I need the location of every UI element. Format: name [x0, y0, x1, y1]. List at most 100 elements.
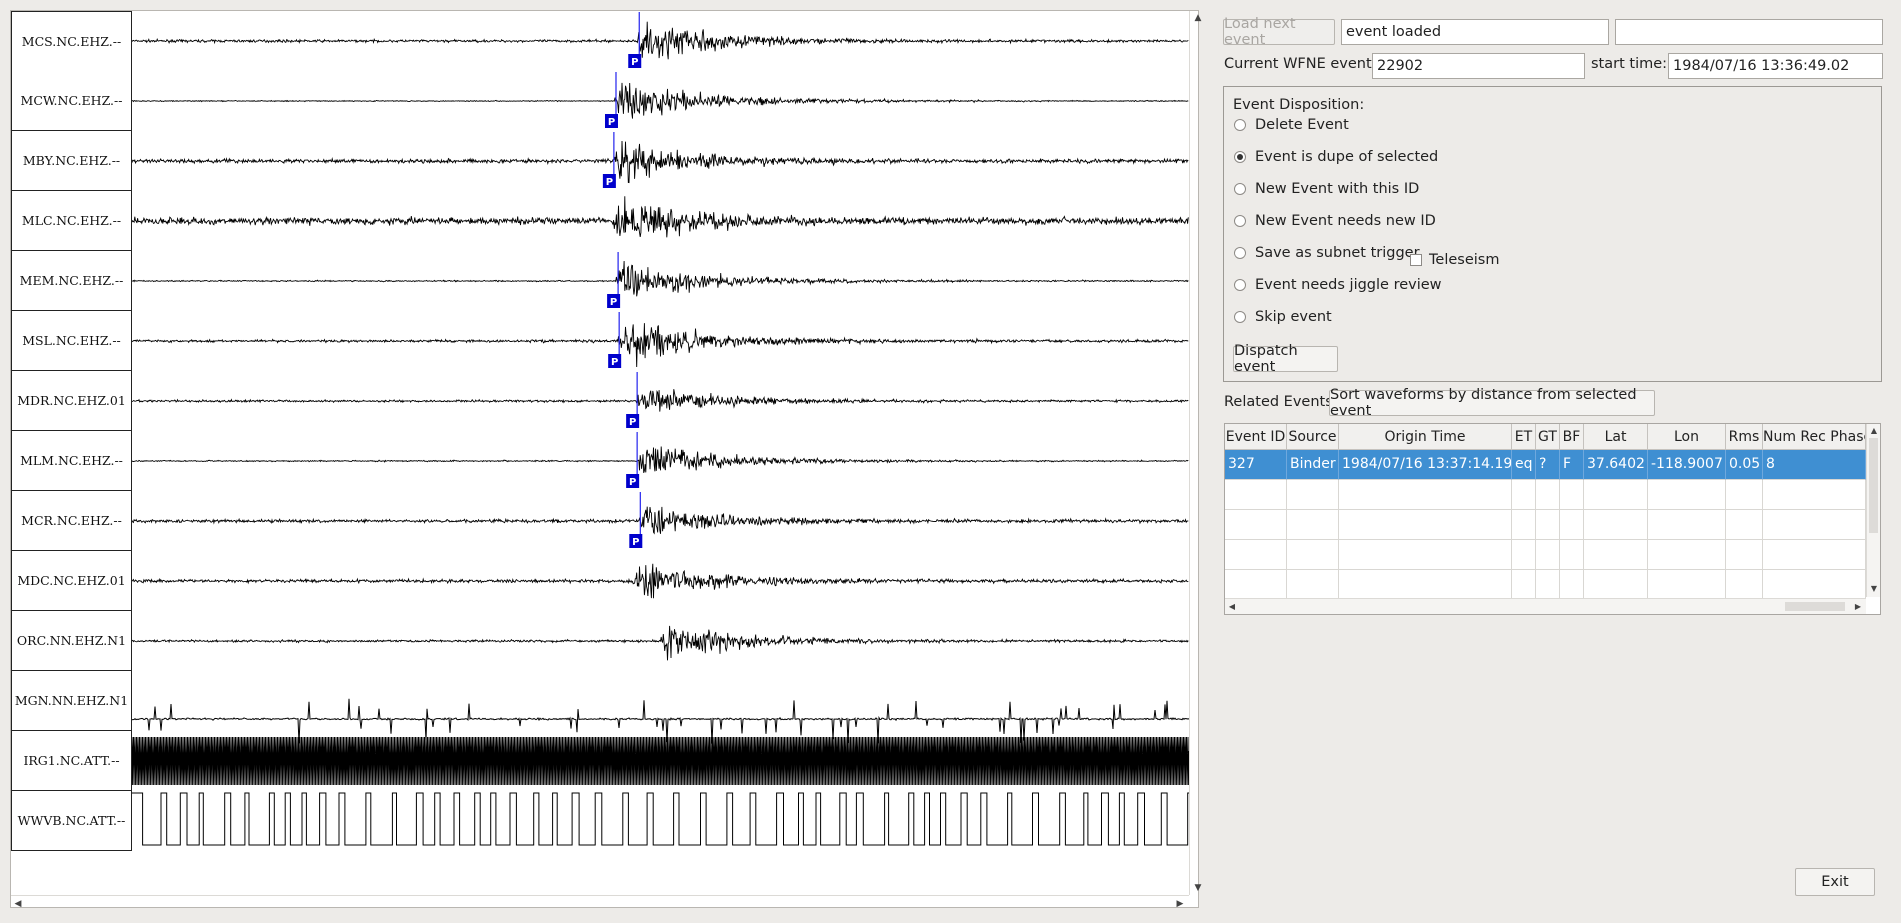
station-label[interactable]: MEM.NC.EHZ.--	[11, 251, 132, 311]
table-scroll-up-icon[interactable]: ▲	[1867, 424, 1880, 438]
table-cell[interactable]: -118.9007	[1648, 450, 1726, 480]
status-field[interactable]: event loaded	[1341, 19, 1609, 45]
waveform-trace[interactable]	[132, 260, 1189, 297]
teleseism-checkbox[interactable]	[1410, 254, 1422, 266]
teleseism-checkbox-row[interactable]: Teleseism	[1410, 252, 1499, 268]
table-cell-empty[interactable]	[1512, 510, 1536, 540]
radio-button[interactable]	[1234, 215, 1246, 227]
radio-button[interactable]	[1234, 183, 1246, 195]
table-cell-empty[interactable]	[1726, 510, 1763, 540]
table-cell-empty[interactable]	[1339, 510, 1512, 540]
station-label[interactable]: MDC.NC.EHZ.01	[11, 551, 132, 611]
waveform-trace[interactable]	[132, 736, 1189, 786]
table-cell-empty[interactable]	[1560, 510, 1584, 540]
station-label[interactable]: ORC.NN.EHZ.N1	[11, 611, 132, 671]
table-cell-empty[interactable]	[1512, 570, 1536, 600]
waveform-trace[interactable]	[132, 196, 1189, 238]
table-cell-empty[interactable]	[1584, 540, 1648, 570]
table-cell[interactable]: Binder	[1287, 450, 1339, 480]
table-cell-empty[interactable]	[1584, 570, 1648, 600]
table-cell-empty[interactable]	[1726, 540, 1763, 570]
waveform-panel[interactable]: MCS.NC.EHZ.-- MCW.NC.EHZ.-- MBY.NC.EHZ.-- M…	[10, 10, 1201, 911]
table-cell-empty[interactable]	[1512, 540, 1536, 570]
table-cell[interactable]: F	[1560, 450, 1584, 480]
table-cell-empty[interactable]	[1512, 480, 1536, 510]
table-cell-empty[interactable]	[1225, 570, 1287, 600]
table-cell[interactable]: eq	[1512, 450, 1536, 480]
station-label[interactable]: MBY.NC.EHZ.--	[11, 131, 132, 191]
disposition-option[interactable]: Delete Event	[1234, 117, 1349, 133]
table-cell-empty[interactable]	[1536, 540, 1560, 570]
table-header-cell[interactable]: Num Rec Phase	[1763, 424, 1866, 450]
disposition-option[interactable]: New Event needs new ID	[1234, 213, 1436, 229]
table-cell-empty[interactable]	[1560, 480, 1584, 510]
station-label[interactable]: MLM.NC.EHZ.--	[11, 431, 132, 491]
table-cell-empty[interactable]	[1560, 570, 1584, 600]
station-label[interactable]: MDR.NC.EHZ.01	[11, 371, 132, 431]
table-cell-empty[interactable]	[1726, 480, 1763, 510]
table-vscroll-thumb[interactable]	[1869, 438, 1878, 533]
radio-button[interactable]	[1234, 119, 1246, 131]
table-cell-empty[interactable]	[1648, 570, 1726, 600]
waveform-trace[interactable]	[132, 389, 1189, 412]
table-cell[interactable]: 37.6402	[1584, 450, 1648, 480]
scroll-down-arrow-icon[interactable]: ▼	[1191, 881, 1205, 895]
table-scroll-down-icon[interactable]: ▼	[1867, 582, 1880, 596]
station-label[interactable]: IRG1.NC.ATT.--	[11, 731, 132, 791]
table-cell-empty[interactable]	[1339, 570, 1512, 600]
scroll-up-arrow-icon[interactable]: ▲	[1191, 11, 1205, 25]
station-label[interactable]: MCW.NC.EHZ.--	[11, 71, 132, 131]
related-events-table[interactable]: Event ID Source Origin Time ET GT BF Lat Lon Rms…	[1224, 423, 1881, 615]
scroll-left-arrow-icon[interactable]: ◀	[11, 897, 25, 911]
table-cell[interactable]: 0.05	[1726, 450, 1763, 480]
waveform-trace[interactable]	[132, 563, 1189, 599]
table-cell[interactable]: ?	[1536, 450, 1560, 480]
table-cell-empty[interactable]	[1536, 570, 1560, 600]
sort-waveforms-button[interactable]: Sort waveforms by distance from selected…	[1329, 387, 1655, 419]
table-cell-empty[interactable]	[1225, 510, 1287, 540]
table-cell-empty[interactable]	[1648, 480, 1726, 510]
waveform-trace[interactable]	[132, 323, 1189, 368]
dispatch-event-button[interactable]: Dispatch event	[1233, 343, 1338, 375]
table-cell-empty[interactable]	[1584, 480, 1648, 510]
vertical-scrollbar[interactable]: ▲ ▼	[1189, 11, 1206, 895]
disposition-option[interactable]: Event is dupe of selected	[1234, 149, 1438, 165]
waveform-trace[interactable]	[132, 698, 1189, 744]
station-label[interactable]: MCS.NC.EHZ.--	[11, 11, 132, 72]
disposition-option[interactable]: Event needs jiggle review	[1234, 277, 1442, 293]
table-header-cell[interactable]: Source	[1287, 424, 1339, 450]
station-label[interactable]: MGN.NN.EHZ.N1	[11, 671, 132, 731]
table-cell-empty[interactable]	[1584, 510, 1648, 540]
waveform-trace[interactable]	[132, 506, 1189, 535]
waveform-trace[interactable]	[132, 140, 1189, 184]
exit-button[interactable]: Exit	[1795, 868, 1875, 896]
table-cell-empty[interactable]	[1648, 540, 1726, 570]
table-header-cell[interactable]: ET	[1512, 424, 1536, 450]
table-cell-empty[interactable]	[1225, 540, 1287, 570]
table-scroll-left-icon[interactable]: ◀	[1225, 600, 1239, 614]
table-vertical-scrollbar[interactable]: ▲ ▼	[1866, 424, 1880, 597]
table-cell-empty[interactable]	[1726, 570, 1763, 600]
table-cell-empty[interactable]	[1536, 480, 1560, 510]
waveform-trace[interactable]	[132, 446, 1189, 473]
disposition-option[interactable]: Skip event	[1234, 309, 1332, 325]
station-label[interactable]: WWVB.NC.ATT.--	[11, 791, 132, 851]
table-header-cell[interactable]: Origin Time	[1339, 424, 1512, 450]
start-time-field[interactable]: 1984/07/16 13:36:49.02	[1668, 53, 1883, 79]
table-cell-empty[interactable]	[1763, 510, 1866, 540]
table-cell[interactable]: 8	[1763, 450, 1866, 480]
table-cell[interactable]: 1984/07/16 13:37:14.19	[1339, 450, 1512, 480]
scroll-right-arrow-icon[interactable]: ▶	[1173, 897, 1187, 911]
waveform-trace[interactable]	[132, 82, 1189, 119]
table-header-cell[interactable]: Rms	[1726, 424, 1763, 450]
table-header-cell[interactable]: Lon	[1648, 424, 1726, 450]
station-label[interactable]: MCR.NC.EHZ.--	[11, 491, 132, 551]
current-event-field[interactable]: 22902	[1372, 53, 1585, 79]
table-cell-empty[interactable]	[1339, 480, 1512, 510]
table-header-cell[interactable]: BF	[1560, 424, 1584, 450]
table-cell-empty[interactable]	[1287, 510, 1339, 540]
table-cell-empty[interactable]	[1648, 510, 1726, 540]
table-header-cell[interactable]: GT	[1536, 424, 1560, 450]
table-header-cell[interactable]: Event ID	[1225, 424, 1287, 450]
table-horizontal-scrollbar[interactable]: ◀ ▶	[1225, 598, 1866, 614]
